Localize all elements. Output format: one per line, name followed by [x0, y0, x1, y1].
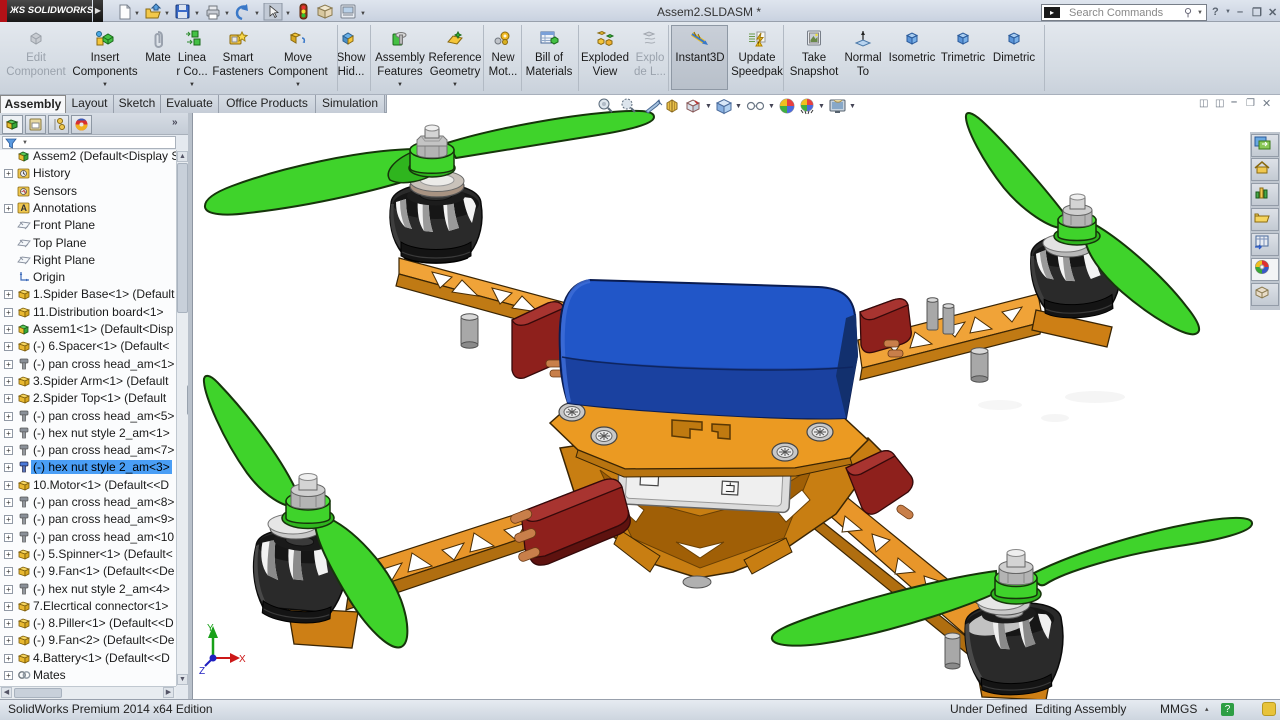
svg-text:▼: ▼ — [768, 103, 775, 110]
svg-text:X: X — [239, 654, 246, 665]
svg-text:▼: ▼ — [735, 103, 742, 110]
svg-text:▼: ▼ — [818, 103, 825, 110]
svg-text:Y: Y — [207, 623, 214, 634]
svg-text:▼: ▼ — [849, 103, 856, 110]
svg-text:▼: ▼ — [705, 103, 712, 110]
svg-text:Z: Z — [199, 666, 205, 677]
